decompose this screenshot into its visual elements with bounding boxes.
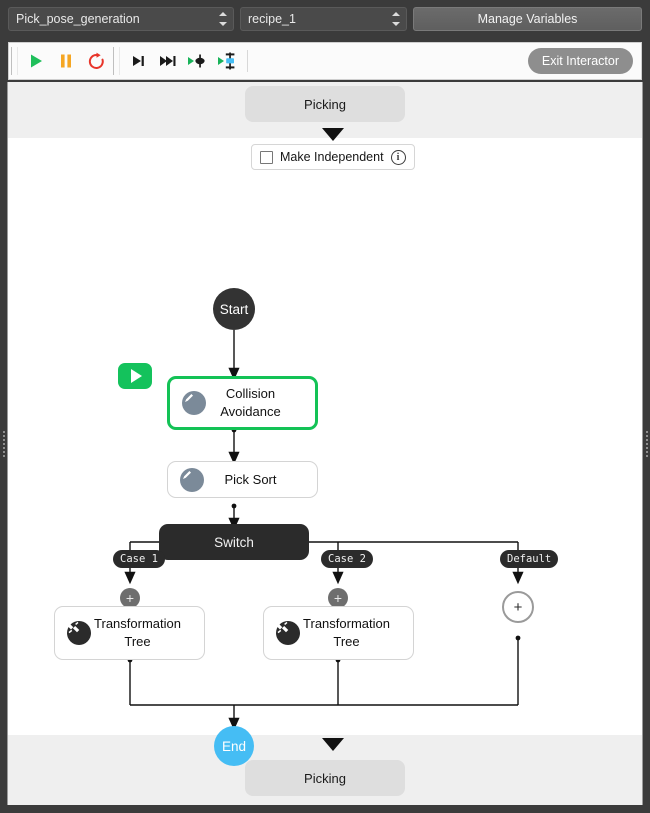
window-footer <box>0 805 650 813</box>
recipe-select-value: recipe_1 <box>248 12 296 26</box>
step-over-icon <box>133 56 144 66</box>
step-forward-icon <box>160 56 176 66</box>
grip-dots-icon <box>2 430 5 457</box>
recipe-select[interactable]: recipe_1 <box>240 7 407 31</box>
toolbar-separator-handle[interactable] <box>113 47 120 75</box>
pen-icon <box>182 391 206 415</box>
play-icon <box>131 369 142 383</box>
playback-toolbar: Exit Interactor <box>8 42 642 80</box>
node-transformation-tree-1[interactable]: Transformation Tree <box>54 606 205 660</box>
step-forward-button[interactable] <box>153 46 183 76</box>
spinner-arrows-icon <box>392 12 400 26</box>
switch-node[interactable]: Switch <box>159 524 309 560</box>
parent-chip-top[interactable]: Picking <box>245 86 405 122</box>
reset-button[interactable] <box>81 46 111 76</box>
program-select[interactable]: Pick_pose_generation <box>8 7 234 31</box>
toolbar-drag-handle[interactable] <box>11 47 18 75</box>
step-into-icon <box>188 54 205 68</box>
node-transformation-tree-2[interactable]: Transformation Tree <box>263 606 414 660</box>
branch-label-case-2[interactable]: Case 2 <box>321 550 373 568</box>
node-pick-sort[interactable]: Pick Sort <box>167 461 318 498</box>
tool-icon <box>67 621 91 645</box>
left-splitter[interactable] <box>0 82 8 805</box>
parent-chip-bottom[interactable]: Picking <box>245 760 405 796</box>
end-node[interactable]: End <box>214 726 254 766</box>
grip-dots-icon <box>645 430 648 457</box>
exit-interactor-button[interactable]: Exit Interactor <box>527 48 633 74</box>
branch-label-case-1[interactable]: Case 1 <box>113 550 165 568</box>
manage-variables-button[interactable]: Manage Variables <box>413 7 642 31</box>
graph-panel: Picking Make Independent i Start Collisi… <box>8 82 642 805</box>
play-icon <box>31 54 42 68</box>
right-splitter[interactable] <box>642 82 650 805</box>
step-into-robot-button[interactable] <box>213 46 243 76</box>
reload-icon <box>88 52 104 69</box>
pen-icon <box>180 467 204 492</box>
node-collision-avoidance[interactable]: Collision Avoidance <box>167 376 318 430</box>
play-button[interactable] <box>21 46 51 76</box>
step-over-button[interactable] <box>123 46 153 76</box>
spinner-arrows-icon <box>219 12 227 26</box>
stepping-group <box>123 46 243 76</box>
running-play-badge[interactable] <box>118 363 152 389</box>
flow-graph-canvas[interactable]: Start Collision Avoidance Pick Sort Swit… <box>8 138 642 766</box>
start-node[interactable]: Start <box>213 288 255 330</box>
pause-button[interactable] <box>51 46 81 76</box>
add-node-case-1-button[interactable]: + <box>120 588 140 608</box>
add-node-default-button[interactable]: + <box>502 591 534 623</box>
top-selector-bar: Pick_pose_generation recipe_1 Manage Var… <box>0 0 650 38</box>
tool-icon <box>276 621 300 645</box>
pause-icon <box>61 54 71 68</box>
interactor-window: Pick_pose_generation recipe_1 Manage Var… <box>0 0 650 813</box>
step-into-button[interactable] <box>183 46 213 76</box>
flow-arrow-bottom-icon <box>322 738 344 751</box>
program-select-value: Pick_pose_generation <box>16 12 140 26</box>
transport-group <box>21 46 111 76</box>
add-node-case-2-button[interactable]: + <box>328 588 348 608</box>
step-into-robot-icon <box>218 52 235 70</box>
branch-label-default[interactable]: Default <box>500 550 559 568</box>
